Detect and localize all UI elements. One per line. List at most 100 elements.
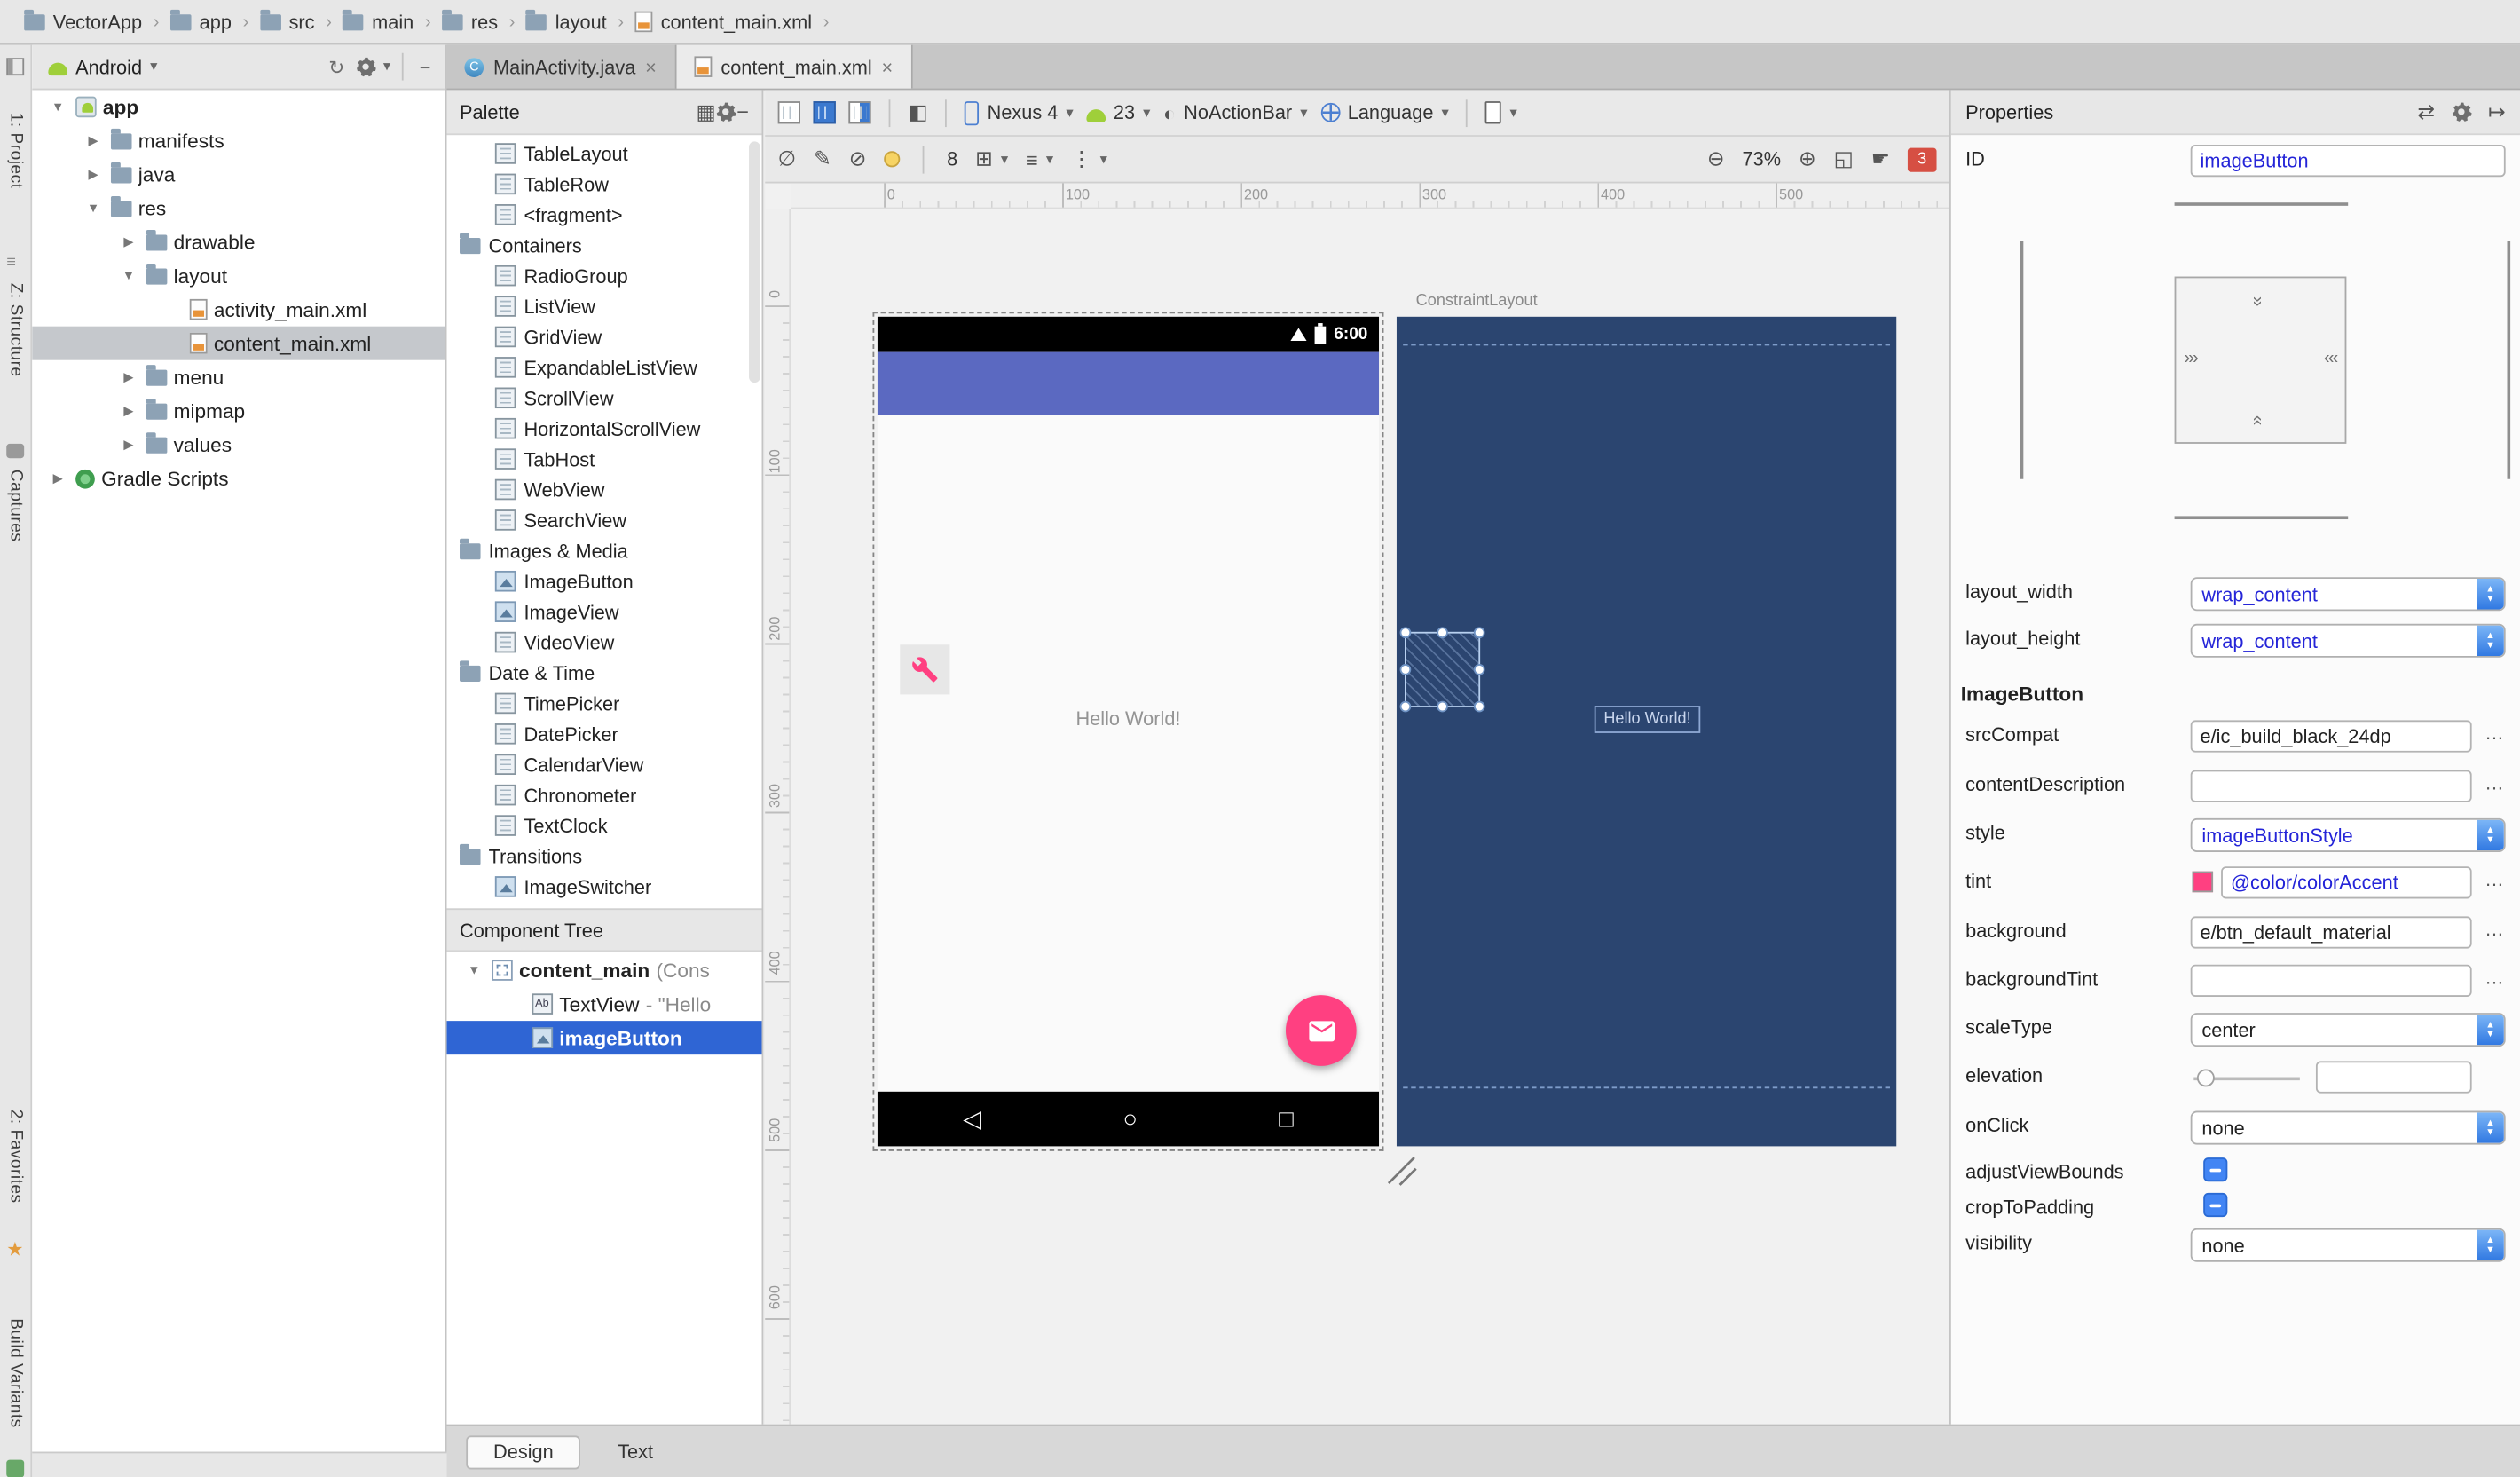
palette-item[interactable]: CalendarView (447, 749, 762, 779)
tree-row-drawable[interactable]: ▶ drawable (32, 225, 445, 259)
expander-collapsed-icon[interactable]: ▶ (82, 133, 104, 147)
star-icon[interactable]: ★ (6, 1238, 23, 1260)
toolwindow-structure-button[interactable]: Z: Structure (6, 283, 26, 377)
palette-item[interactable]: VideoView (447, 627, 762, 657)
design-canvas[interactable]: 6:00 Hello World! ◁ ○ □ ConstraintLayout (791, 209, 1950, 1425)
wrap-content-top-icon[interactable]: ›› (2248, 296, 2267, 305)
sync-icon[interactable]: ↻ (324, 55, 350, 77)
blueprint-preview[interactable]: Hello World! (1396, 316, 1897, 1147)
srccompat-field[interactable]: e/ic_build_black_24dp (2190, 720, 2472, 753)
breadcrumb-item-app[interactable]: app (166, 8, 237, 33)
imagebutton-widget[interactable] (900, 644, 950, 695)
tab-mainactivity[interactable]: C MainActivity.java × (447, 44, 676, 89)
tree-row-menu[interactable]: ▶ menu (32, 360, 445, 394)
zoom-in-icon[interactable]: ⊕ (1799, 146, 1816, 172)
toolwindow-build-variants-button[interactable]: Build Variants (6, 1318, 26, 1428)
expander-collapsed-icon[interactable]: ▶ (117, 370, 139, 384)
palette-item[interactable]: ImageSwitcher (447, 872, 762, 902)
tree-row-layout[interactable]: ▼ layout (32, 259, 445, 293)
pan-hand-icon[interactable]: ☛ (1871, 146, 1890, 172)
tree-row-java[interactable]: ▶ java (32, 157, 445, 191)
tab-text[interactable]: Text (590, 1435, 680, 1469)
stepper-icon[interactable] (2477, 819, 2504, 851)
stepper-icon[interactable] (2477, 1229, 2504, 1260)
visibility-combo[interactable]: none (2190, 1228, 2506, 1262)
tree-row-app[interactable]: ▼ app (32, 90, 445, 123)
resize-handle-n[interactable] (1436, 627, 1448, 639)
clear-constraints-icon[interactable]: ⊘ (849, 146, 867, 172)
structure-icon[interactable]: ≡ (6, 254, 16, 272)
palette-item[interactable]: SearchView (447, 505, 762, 535)
palette-item[interactable]: <fragment> (447, 200, 762, 230)
infer-constraints-icon[interactable] (884, 151, 901, 168)
tree-row-mipmap[interactable]: ▶ mipmap (32, 394, 445, 428)
wrap-content-right-icon[interactable]: ‹‹‹ (2324, 349, 2338, 368)
resize-handle-e[interactable] (1473, 663, 1485, 675)
swap-view-icon[interactable]: ⇄ (2417, 99, 2435, 124)
canvas-resize-handle[interactable] (1385, 1154, 1417, 1186)
resize-handle-nw[interactable] (1399, 627, 1412, 639)
browse-icon[interactable]: … (2482, 868, 2508, 890)
build-variants-icon[interactable] (6, 1459, 25, 1477)
breadcrumb-item-main[interactable]: main (338, 8, 419, 33)
elevation-field[interactable] (2315, 1061, 2472, 1094)
component-tree-row-root[interactable]: ▼ content_main (Cons (447, 953, 762, 987)
resize-handle-se[interactable] (1473, 700, 1485, 713)
gear-icon[interactable] (2451, 101, 2472, 122)
browse-icon[interactable]: … (2482, 918, 2508, 940)
wrap-content-left-icon[interactable]: ››› (2184, 349, 2198, 368)
tree-row-content-main[interactable]: content_main.xml (32, 326, 445, 360)
toolwindow-project-button[interactable]: 1: Project (6, 113, 26, 189)
id-field[interactable]: imageButton (2190, 145, 2506, 178)
locale-selector[interactable]: Language ▾ (1319, 101, 1449, 123)
expander-expanded-icon[interactable]: ▼ (82, 201, 104, 215)
tree-row-activity-main[interactable]: activity_main.xml (32, 293, 445, 327)
inspector-left-anchor-line[interactable] (2020, 241, 2024, 479)
palette-item[interactable]: TabHost (447, 444, 762, 474)
toolwindow-captures-button[interactable]: Captures (6, 470, 26, 542)
orientation-selector[interactable]: ▾ (1485, 101, 1517, 124)
palette-category[interactable]: Transitions (447, 841, 762, 871)
background-field[interactable]: e/btn_default_material (2190, 916, 2472, 949)
palette-item[interactable]: DatePicker (447, 719, 762, 749)
layout-height-combo[interactable]: wrap_content (2190, 623, 2506, 658)
expander-expanded-icon[interactable]: ▼ (117, 268, 139, 282)
backgroundtint-field[interactable] (2190, 964, 2472, 997)
blueprint-textview[interactable]: Hello World! (1594, 706, 1701, 733)
expander-expanded-icon[interactable]: ▼ (47, 99, 69, 114)
palette-item[interactable]: ListView (447, 291, 762, 321)
browse-icon[interactable]: … (2482, 722, 2508, 744)
palette-category[interactable]: Date & Time (447, 658, 762, 688)
palette-item[interactable]: TableRow (447, 169, 762, 199)
both-surfaces-icon[interactable] (848, 101, 871, 124)
stepper-icon[interactable] (2477, 625, 2504, 656)
error-count-badge[interactable]: 3 (1907, 146, 1937, 171)
expander-collapsed-icon[interactable]: ▶ (117, 404, 139, 418)
browse-icon[interactable]: … (2482, 967, 2508, 989)
fab-email-button[interactable] (1285, 995, 1357, 1066)
palette-item[interactable]: TableLayout (447, 138, 762, 169)
palette-item[interactable]: Chronometer (447, 779, 762, 810)
palette-item[interactable]: WebView (447, 474, 762, 504)
snap-settings[interactable]: ⊞ ▾ (975, 146, 1008, 172)
gear-icon[interactable] (716, 101, 737, 122)
palette-item[interactable]: TimePicker (447, 688, 762, 718)
captures-icon[interactable] (6, 443, 25, 459)
palette-item[interactable]: GridView (447, 321, 762, 351)
wrap-content-bottom-icon[interactable]: ‹‹ (2248, 415, 2267, 424)
close-icon[interactable]: × (882, 55, 894, 77)
breadcrumb-item-layout[interactable]: layout (522, 8, 611, 33)
expand-panel-icon[interactable]: ↦ (2488, 99, 2506, 124)
blueprint-root-label[interactable]: ConstraintLayout (1416, 293, 1538, 311)
breadcrumb-item-file[interactable]: content_main.xml (630, 11, 816, 33)
api-level-selector[interactable]: 23 ▾ (1086, 101, 1150, 123)
expander-collapsed-icon[interactable]: ▶ (117, 438, 139, 452)
tool-window-icon[interactable] (6, 58, 25, 76)
tint-field[interactable]: @color/colorAccent (2221, 866, 2472, 899)
expander-collapsed-icon[interactable]: ▶ (47, 471, 69, 486)
selected-imagebutton-widget[interactable] (1399, 627, 1485, 713)
croptopadding-checkbox[interactable] (2203, 1192, 2228, 1218)
theme-paint-icon[interactable]: ◧ (908, 99, 927, 125)
component-tree-row-textview[interactable]: TextView - "Hello (447, 987, 762, 1021)
expander-collapsed-icon[interactable]: ▶ (82, 167, 104, 181)
